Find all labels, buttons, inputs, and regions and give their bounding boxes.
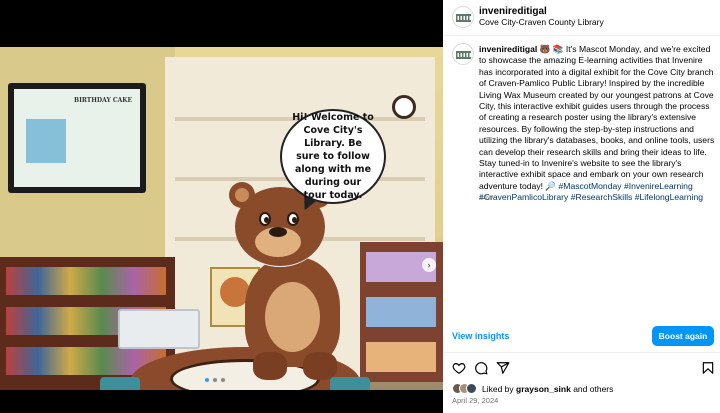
caption-emoji: 🐻 📚: [539, 44, 564, 54]
liked-user-link[interactable]: grayson_sink: [516, 384, 571, 394]
tv-image: [26, 119, 66, 163]
caption-text: It's Mascot Monday, and we're excited to…: [479, 44, 715, 191]
post-media: BIRTHDAY CAKE Hi! Welcome to Cove City's…: [0, 0, 443, 413]
boost-button[interactable]: Boost again: [652, 326, 714, 346]
speech-bubble-text: Hi! Welcome to Cove City's Library. Be s…: [292, 112, 374, 201]
carousel-dot: [221, 378, 225, 382]
carousel-dots: [205, 378, 225, 382]
post-location[interactable]: Cove City-Craven County Library: [479, 17, 604, 27]
post-username[interactable]: invenireditigal: [479, 6, 547, 17]
action-bar: Liked by grayson_sink and others April 2…: [443, 352, 720, 413]
caption-username[interactable]: invenireditigal: [479, 44, 537, 54]
liked-prefix: Liked by: [482, 383, 517, 394]
liked-suffix[interactable]: and others: [571, 384, 613, 394]
speech-bubble: Hi! Welcome to Cove City's Library. Be s…: [280, 109, 386, 204]
caption-avatar[interactable]: [452, 43, 474, 65]
wall-clock: [392, 95, 416, 119]
post-age: 44w: [479, 193, 493, 202]
carousel-dot: [213, 378, 217, 382]
bookmark-icon[interactable]: [701, 361, 715, 375]
tv-title: BIRTHDAY CAKE: [74, 97, 133, 104]
post-header: invenireditigal Cove City-Craven County …: [443, 0, 720, 36]
carousel-next-button[interactable]: ›: [422, 258, 436, 272]
avatar[interactable]: [452, 6, 474, 28]
post-details-panel: invenireditigal Cove City-Craven County …: [443, 0, 720, 413]
carousel-dot: [205, 378, 209, 382]
likes-row: Liked by grayson_sink and others: [452, 383, 613, 394]
storage-bin: [118, 309, 200, 349]
likes-text: Liked by grayson_sink and others: [482, 384, 613, 394]
bear-mascot: [225, 182, 360, 382]
library-scene-image: BIRTHDAY CAKE Hi! Welcome to Cove City's…: [0, 47, 443, 390]
chair: [100, 377, 140, 390]
heart-icon[interactable]: [452, 361, 466, 375]
post-date: April 29, 2024: [452, 396, 499, 405]
tv-display: BIRTHDAY CAKE: [14, 89, 140, 187]
post-caption: invenireditigal 🐻 📚 It's Mascot Monday, …: [479, 44, 715, 204]
share-icon[interactable]: [496, 361, 510, 375]
view-insights-link[interactable]: View insights: [452, 331, 509, 341]
comment-icon[interactable]: [474, 361, 488, 375]
liker-avatar[interactable]: [466, 383, 477, 394]
tv-screen: BIRTHDAY CAKE: [8, 83, 146, 193]
